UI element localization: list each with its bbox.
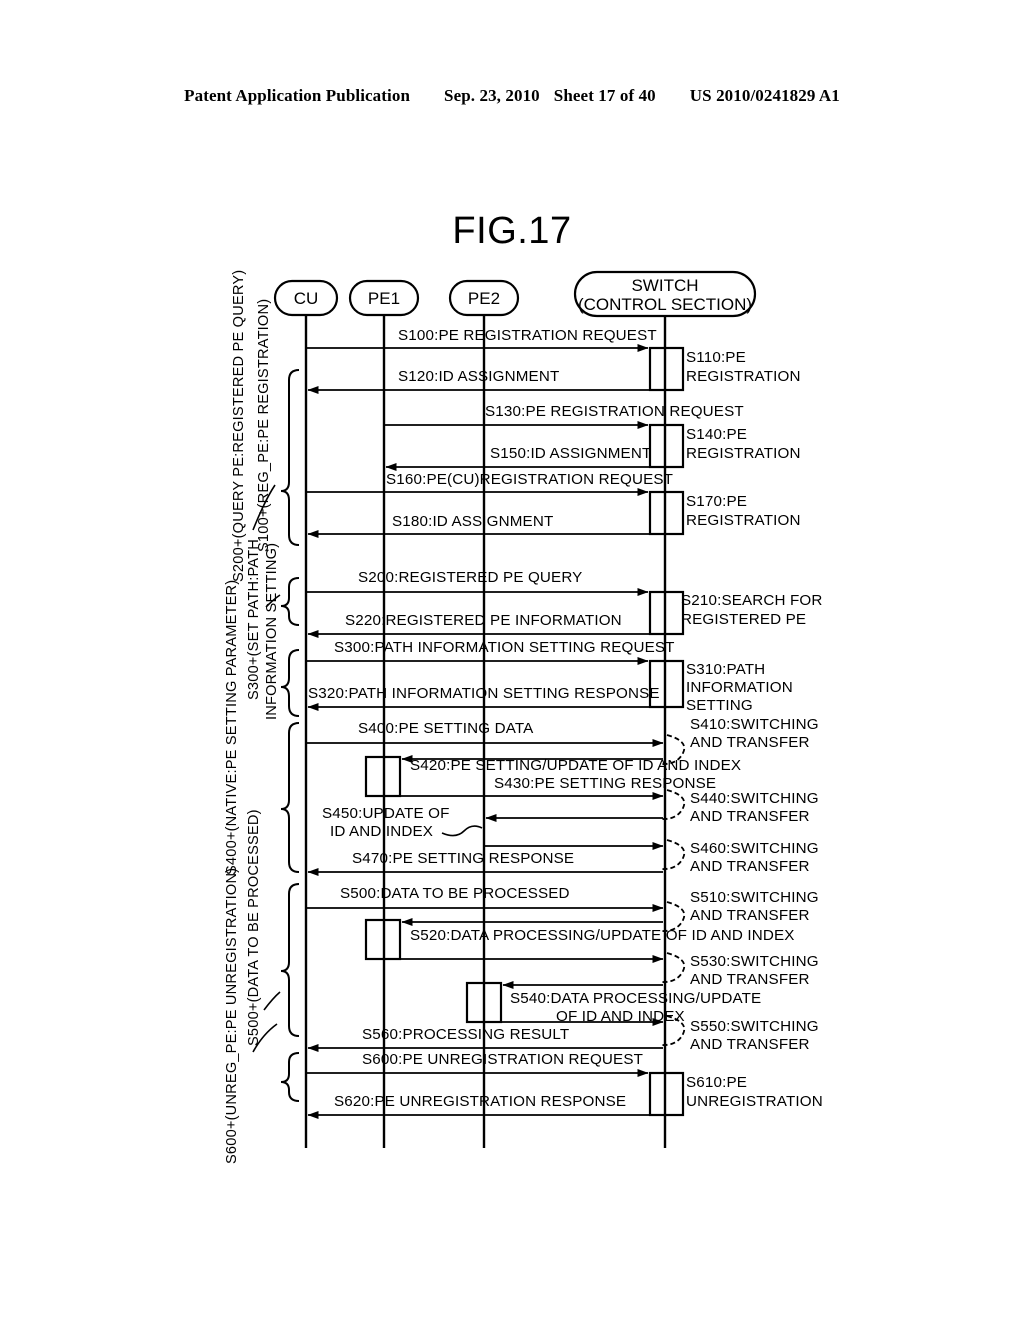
message-label-s210-line1: S210:SEARCH FOR <box>681 592 823 609</box>
message-label-s440-line2: AND TRANSFER <box>690 808 810 825</box>
message-label-s210-line2: REGISTERED PE <box>681 611 806 628</box>
lifeline-label-switch-line2: (CONTROL SECTION) <box>578 295 752 314</box>
message-label-s410-line1: S410:SWITCHING <box>690 716 819 733</box>
bracket-leader-s500 <box>263 991 281 1011</box>
phase-bracket-s200 <box>280 577 300 626</box>
lifeline-label-cu: CU <box>294 289 319 308</box>
message-label-s510-line2: AND TRANSFER <box>690 907 810 924</box>
message-label-s450-line2: ID AND INDEX <box>330 823 433 840</box>
activation-box-s140 <box>648 423 685 469</box>
phase-bracket-s600 <box>280 1052 300 1102</box>
leader-s450 <box>441 825 483 837</box>
phase-bracket-s100 <box>280 369 300 546</box>
lifeline-label-pe1: PE1 <box>368 289 400 308</box>
lifeline-label-pe2: PE2 <box>468 289 500 308</box>
message-label-s140-line2: REGISTRATION <box>686 445 801 462</box>
message-label-s510-line1: S510:SWITCHING <box>690 889 819 906</box>
activation-box-s170 <box>648 490 685 536</box>
message-label-s470: S470:PE SETTING RESPONSE <box>352 850 574 867</box>
message-label-s600: S600:PE UNREGISTRATION REQUEST <box>362 1051 643 1068</box>
message-label-s440-line1: S440:SWITCHING <box>690 790 819 807</box>
message-label-s500: S500:DATA TO BE PROCESSED <box>340 885 570 902</box>
message-label-s520: S520:DATA PROCESSING/UPDATE OF ID AND IN… <box>410 927 795 944</box>
lifeline-head-pe2[interactable]: PE2 <box>448 279 520 317</box>
message-label-s160: S160:PE(CU)REGISTRATION REQUEST <box>386 471 673 488</box>
patent-figure-page: Patent Application Publication Sep. 23, 2… <box>0 0 1024 1320</box>
lifeline-head-pe1[interactable]: PE1 <box>348 279 420 317</box>
activation-box-s110 <box>648 346 685 392</box>
message-label-s460-line2: AND TRANSFER <box>690 858 810 875</box>
phase-label-s100: S100+(REG_PE:PE REGISTRATION) <box>256 299 272 552</box>
message-label-s410-line2: AND TRANSFER <box>690 734 810 751</box>
message-label-s620: S620:PE UNREGISTRATION RESPONSE <box>334 1093 626 1110</box>
message-label-s560: S560:PROCESSING RESULT <box>362 1026 569 1043</box>
activation-box-s610 <box>648 1071 685 1117</box>
message-label-s550-line2: AND TRANSFER <box>690 1036 810 1053</box>
message-label-s310-line1: S310:PATH <box>686 661 765 678</box>
message-label-s150: S150:ID ASSIGNMENT <box>490 445 651 462</box>
phase-bracket-s500 <box>280 883 300 1037</box>
message-label-s300: S300:PATH INFORMATION SETTING REQUEST <box>334 639 675 656</box>
message-label-s430: S430:PE SETTING RESPONSE <box>494 775 716 792</box>
lifeline-label-switch-line1: SWITCH <box>631 276 698 295</box>
message-label-s610-line2: UNREGISTRATION <box>686 1093 823 1110</box>
message-label-s110-line2: REGISTRATION <box>686 368 801 385</box>
phase-label-s600: S600+(UNREG_PE:PE UNREGISTRATION) <box>224 868 240 1164</box>
message-label-s140-line1: S140:PE <box>686 426 747 443</box>
message-label-s310-line2: INFORMATION <box>686 679 793 696</box>
message-label-s420: S420:PE SETTING/UPDATE OF ID AND INDEX <box>410 757 741 774</box>
message-label-s550-line1: S550:SWITCHING <box>690 1018 819 1035</box>
message-label-s180: S180:ID ASSIGNMENT <box>392 513 553 530</box>
phase-label-s500: S500+(DATA TO BE PROCESSED) <box>246 809 262 1046</box>
activation-box-s210 <box>648 590 685 636</box>
message-label-s170-line2: REGISTRATION <box>686 512 801 529</box>
message-label-s110-line1: S110:PE <box>686 349 746 366</box>
message-label-s220: S220:REGISTERED PE INFORMATION <box>345 612 622 629</box>
lifeline-head-switch[interactable]: SWITCH (CONTROL SECTION) <box>573 270 757 318</box>
message-label-s530-line2: AND TRANSFER <box>690 971 810 988</box>
message-label-s540-line1: S540:DATA PROCESSING/UPDATE <box>510 990 761 1007</box>
phase-label-s300-line1: S300+(SET PATH:PATH <box>246 539 262 700</box>
sequence-diagram: CU PE1 PE2 SWITCH (CONTROL SECTION) S100… <box>224 270 823 1164</box>
message-label-s450-line1: S450:UPDATE OF <box>322 805 450 822</box>
message-label-s200: S200:REGISTERED PE QUERY <box>358 569 582 586</box>
message-label-s120: S120:ID ASSIGNMENT <box>398 368 559 385</box>
message-label-s460-line1: S460:SWITCHING <box>690 840 819 857</box>
message-label-s610-line1: S610:PE <box>686 1074 747 1091</box>
message-label-s530-line1: S530:SWITCHING <box>690 953 819 970</box>
phase-bracket-s400 <box>280 722 300 873</box>
phase-bracket-s300 <box>280 649 300 717</box>
message-label-s400: S400:PE SETTING DATA <box>358 720 534 737</box>
message-label-s100: S100:PE REGISTRATION REQUEST <box>398 327 657 344</box>
phase-label-s200: S200+(QUERY PE:REGISTERED PE QUERY) <box>231 270 247 582</box>
phase-label-s300-line2: INFORMATION SETTING) <box>264 543 280 720</box>
message-label-s170-line1: S170:PE <box>686 493 747 510</box>
phase-label-s400: S400+(NATIVE:PE SETTING PARAMETER) <box>224 580 240 875</box>
message-label-s130: S130:PE REGISTRATION REQUEST <box>485 403 744 420</box>
message-label-s320: S320:PATH INFORMATION SETTING RESPONSE <box>308 685 660 702</box>
lifeline-head-cu[interactable]: CU <box>273 279 339 317</box>
message-label-s310-line3: SETTING <box>686 697 753 714</box>
